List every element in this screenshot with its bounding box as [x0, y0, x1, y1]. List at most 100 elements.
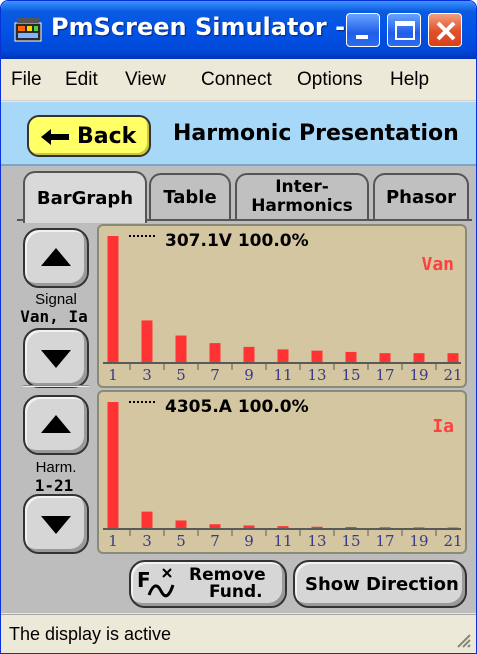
chart-readout: 4305.A 100.0% — [165, 397, 309, 417]
close-icon — [436, 21, 456, 41]
x-tick-label: 21 — [443, 366, 462, 384]
pmscreen-app-icon — [14, 18, 42, 42]
harm-down-button[interactable] — [23, 494, 89, 554]
show-direction-label: Show Direction — [305, 574, 459, 595]
menu-file[interactable]: File — [11, 69, 42, 91]
resize-grip-icon[interactable] — [454, 631, 472, 649]
title-bar[interactable]: PmScreen Simulator -... — [1, 1, 476, 59]
triangle-down-icon — [41, 516, 71, 534]
x-tick-label: 3 — [142, 532, 152, 550]
x-tick-label: 19 — [409, 532, 428, 550]
x-tick-label: 13 — [307, 532, 326, 550]
x-tick-label: 11 — [273, 532, 292, 550]
maximize-button[interactable] — [387, 13, 421, 47]
client-area: Back Harmonic Presentation BarGraph Tabl… — [1, 102, 476, 613]
menu-options[interactable]: Options — [297, 69, 362, 91]
triangle-up-icon — [41, 415, 71, 433]
page-title: Harmonic Presentation — [173, 121, 459, 146]
current-harmonic-plot: 4305.A 100.0%Ia1 3 5 7 9 11 13 15 17 19 21 — [103, 397, 463, 550]
remove-fund-button[interactable]: F Remove Fund. — [129, 560, 287, 608]
menu-connect[interactable]: Connect — [201, 69, 272, 91]
svg-text:F: F — [137, 568, 151, 592]
x-tick-label: 7 — [210, 532, 220, 550]
tab-table[interactable]: Table — [149, 173, 231, 219]
x-tick-label: 3 — [142, 366, 152, 384]
harm-value: 1-21 — [34, 476, 74, 495]
harm-up-button[interactable] — [23, 395, 89, 455]
bar-h15 — [345, 351, 357, 362]
bar-h7 — [209, 343, 221, 362]
bar-h11 — [277, 349, 289, 362]
x-tick-label: 19 — [409, 366, 428, 384]
show-direction-button[interactable]: Show Direction — [293, 560, 467, 608]
bar-h17 — [379, 353, 391, 362]
left-arrow-icon — [41, 129, 69, 145]
x-tick-label: 1 — [108, 366, 118, 384]
signal-down-button[interactable] — [23, 328, 89, 388]
maximize-icon — [395, 21, 415, 40]
bar-h13 — [311, 350, 323, 362]
x-tick-label: 1 — [108, 532, 118, 550]
signal-up-button[interactable] — [23, 228, 89, 288]
bar-h19 — [413, 527, 425, 528]
bar-h5 — [175, 520, 187, 528]
x-tick-label: 5 — [176, 366, 186, 384]
signal-label: Signal — [35, 291, 77, 308]
back-button[interactable]: Back — [27, 115, 151, 157]
remove-fund-label-2: Fund. — [209, 582, 263, 602]
minimize-button[interactable] — [346, 13, 380, 47]
voltage-harmonic-chart: 307.1V 100.0% Van 1 3 5 7 9 11 13 15 17 19 21 — [97, 224, 467, 388]
x-tick-label: 7 — [210, 366, 220, 384]
bar-h3 — [141, 511, 153, 528]
bar-h19 — [413, 353, 425, 362]
tab-interharmonics[interactable]: Inter- Harmonics — [235, 173, 369, 219]
x-tick-label: 9 — [244, 532, 254, 550]
tab-table-label: Table — [163, 187, 217, 208]
bar-h17 — [379, 527, 391, 528]
bar-h5 — [175, 335, 187, 362]
x-tick-label: 17 — [375, 366, 394, 384]
x-tick-label: 15 — [341, 532, 360, 550]
current-harmonic-chart: 4305.A 100.0% Ia 1 3 5 7 9 11 13 15 17 19 21 — [97, 390, 467, 554]
bar-h15 — [345, 526, 357, 528]
tab-phasor[interactable]: Phasor — [373, 173, 469, 219]
tab-bargraph[interactable]: BarGraph — [23, 171, 147, 223]
bar-h7 — [209, 524, 221, 528]
bar-h1 — [107, 236, 119, 362]
x-tick-label: 11 — [273, 366, 292, 384]
minimize-icon — [356, 35, 368, 39]
x-tick-label: 17 — [375, 532, 394, 550]
menu-edit[interactable]: Edit — [65, 69, 98, 91]
triangle-up-icon — [41, 248, 71, 266]
x-tick-label: 9 — [244, 366, 254, 384]
menu-view[interactable]: View — [125, 69, 166, 91]
bar-h9 — [243, 525, 255, 528]
tab-bargraph-label: BarGraph — [36, 188, 134, 209]
close-button[interactable] — [428, 13, 462, 47]
status-text: The display is active — [9, 624, 172, 644]
remove-fundamental-icon: F — [137, 568, 175, 598]
signal-value: Van, Ia — [20, 307, 88, 326]
bar-h21 — [447, 353, 459, 362]
series-label: Van — [421, 254, 454, 275]
series-label: Ia — [432, 416, 454, 437]
x-tick-label: 5 — [176, 532, 186, 550]
header-band: Back Harmonic Presentation — [1, 102, 476, 166]
bar-h21 — [447, 527, 459, 528]
control-separator — [23, 385, 89, 387]
bar-h3 — [141, 320, 153, 362]
voltage-harmonic-plot: 307.1V 100.0%Van1 3 5 7 9 11 13 15 17 19 21 — [103, 231, 463, 384]
bar-h13 — [311, 526, 323, 528]
triangle-down-icon — [41, 350, 71, 368]
back-label: Back — [77, 124, 137, 149]
tab-interharmonics-line2: Harmonics — [251, 196, 353, 216]
bar-h11 — [277, 526, 289, 528]
x-tick-label: 21 — [443, 532, 462, 550]
x-tick-label: 15 — [341, 366, 360, 384]
window-title: PmScreen Simulator -... — [51, 13, 373, 41]
x-tick-label: 13 — [307, 366, 326, 384]
menu-help[interactable]: Help — [390, 69, 429, 91]
chart-readout: 307.1V 100.0% — [165, 231, 309, 251]
status-bar: The display is active — [1, 614, 476, 653]
app-window: PmScreen Simulator -... File Edit View C… — [0, 0, 477, 654]
